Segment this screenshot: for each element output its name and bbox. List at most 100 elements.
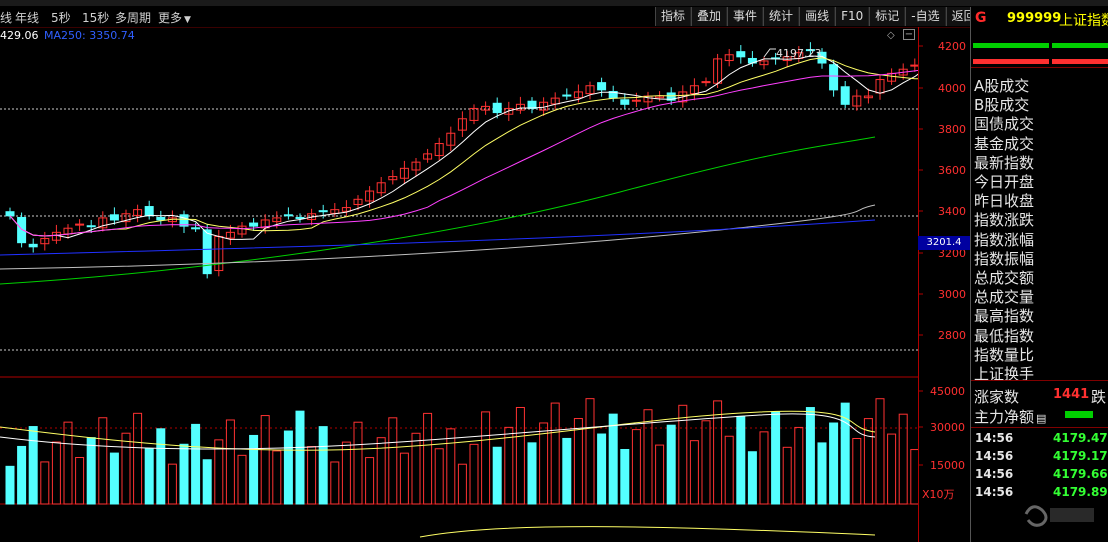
volume-bar	[225, 419, 235, 505]
candle-body	[597, 82, 607, 91]
quote-field-label: A股成交	[974, 77, 1030, 95]
security-name: 上证指数	[1059, 13, 1108, 29]
volume-bar	[341, 441, 351, 505]
volume-bar	[28, 426, 38, 505]
volume-axis-label: 45000	[930, 385, 965, 398]
quote-field-label: 最新指数	[974, 153, 1035, 172]
volume-bar	[666, 424, 676, 505]
volume-bar	[910, 449, 918, 505]
volume-bar	[585, 398, 595, 505]
quote-field-label: 总成交量	[974, 288, 1035, 307]
volume-bar	[550, 402, 560, 505]
list-icon[interactable]: ▤	[1036, 412, 1046, 425]
volume-bar	[144, 448, 154, 505]
volume-bar	[655, 444, 665, 505]
candle-body	[840, 86, 850, 105]
volume-bar	[353, 421, 363, 505]
candle-body	[249, 222, 259, 227]
volume-unit-label: X10万	[922, 488, 955, 501]
volume-bar	[736, 415, 746, 505]
tick-time: 14:56	[975, 467, 1014, 481]
volume-bar	[747, 451, 757, 505]
price-axis: 4200400038003600340032003000280045000300…	[918, 27, 966, 542]
candle-body	[295, 216, 305, 219]
bid-ask-bar	[973, 43, 1049, 48]
quote-field-label: 指数涨跌	[974, 211, 1035, 230]
quote-field-label: 最低指数	[974, 326, 1035, 345]
quote-field-label: 国债成交	[974, 115, 1035, 134]
tick-time: 14:56	[975, 485, 1014, 499]
volume-bar	[167, 463, 177, 505]
volume-bar	[805, 407, 815, 505]
volume-bar	[539, 422, 549, 505]
volume-bar	[17, 445, 27, 505]
volume-bar	[179, 443, 189, 505]
volume-bar	[829, 422, 839, 505]
candle-body	[829, 64, 839, 91]
volume-bar	[98, 417, 108, 505]
tick-time: 14:56	[975, 431, 1014, 445]
volume-bar	[713, 400, 723, 505]
quote-field-label: 指数涨幅	[974, 230, 1035, 249]
candle-body	[736, 51, 746, 58]
volume-bar	[75, 457, 85, 505]
volume-bar	[643, 409, 653, 505]
sidebar-divider	[971, 380, 1108, 381]
volume-bar	[875, 398, 885, 505]
bid-ask-bar	[1052, 59, 1108, 64]
watermark-icon	[1024, 505, 1094, 527]
volume-bar	[469, 443, 479, 505]
volume-bar	[771, 411, 781, 505]
price-axis-label: 3000	[938, 288, 966, 301]
volume-bar	[307, 446, 317, 505]
volume-bar	[852, 437, 862, 505]
volume-bar	[782, 446, 792, 505]
fall-count-label: 跌	[1091, 388, 1107, 406]
volume-bar	[504, 426, 514, 505]
candle-body	[144, 206, 154, 217]
volume-bar	[492, 446, 502, 505]
volume-bar	[481, 411, 491, 505]
bid-ask-bar	[1052, 43, 1108, 48]
tick-price: 4179.66	[1053, 467, 1108, 481]
watermark-logo	[1020, 500, 1100, 534]
volume-bar	[887, 433, 897, 505]
group-tag: G	[975, 10, 987, 26]
indicator-line	[419, 526, 876, 538]
candle-body	[86, 225, 96, 228]
candle-body	[28, 243, 38, 248]
bid-ask-bar	[973, 59, 1049, 64]
volume-bar	[608, 413, 618, 505]
volume-bar	[434, 448, 444, 505]
volume-bar	[121, 432, 131, 505]
price-axis-label: 2800	[938, 329, 966, 342]
volume-bar	[446, 428, 456, 505]
volume-bar	[260, 415, 270, 505]
ma60-line	[0, 136, 876, 285]
volume-bar	[5, 465, 15, 505]
volume-bar	[794, 426, 804, 505]
quote-field-label: 总成交额	[974, 269, 1035, 287]
ma250-line	[0, 219, 876, 256]
window-top-strip	[0, 0, 1108, 6]
volume-bar	[724, 435, 734, 505]
tick-time: 14:56	[975, 449, 1014, 463]
sidebar-divider	[971, 427, 1108, 428]
volume-bar	[457, 463, 467, 505]
candle-body	[5, 211, 15, 217]
candle-body	[492, 102, 502, 114]
volume-bar	[237, 454, 247, 505]
volume-bar	[295, 410, 305, 505]
volume-bar	[283, 430, 293, 505]
main-flow-bar	[1065, 411, 1093, 418]
candle-body	[562, 94, 572, 97]
sidebar-divider	[971, 67, 1108, 68]
volume-bar	[191, 423, 201, 505]
volume-bar	[759, 431, 769, 505]
volume-bar	[40, 461, 50, 505]
price-axis-label: 3400	[938, 205, 966, 218]
quote-field-label: 基金成交	[974, 134, 1035, 153]
volume-bar	[573, 418, 583, 505]
volume-bar	[109, 452, 119, 505]
volume-bar	[620, 448, 630, 505]
